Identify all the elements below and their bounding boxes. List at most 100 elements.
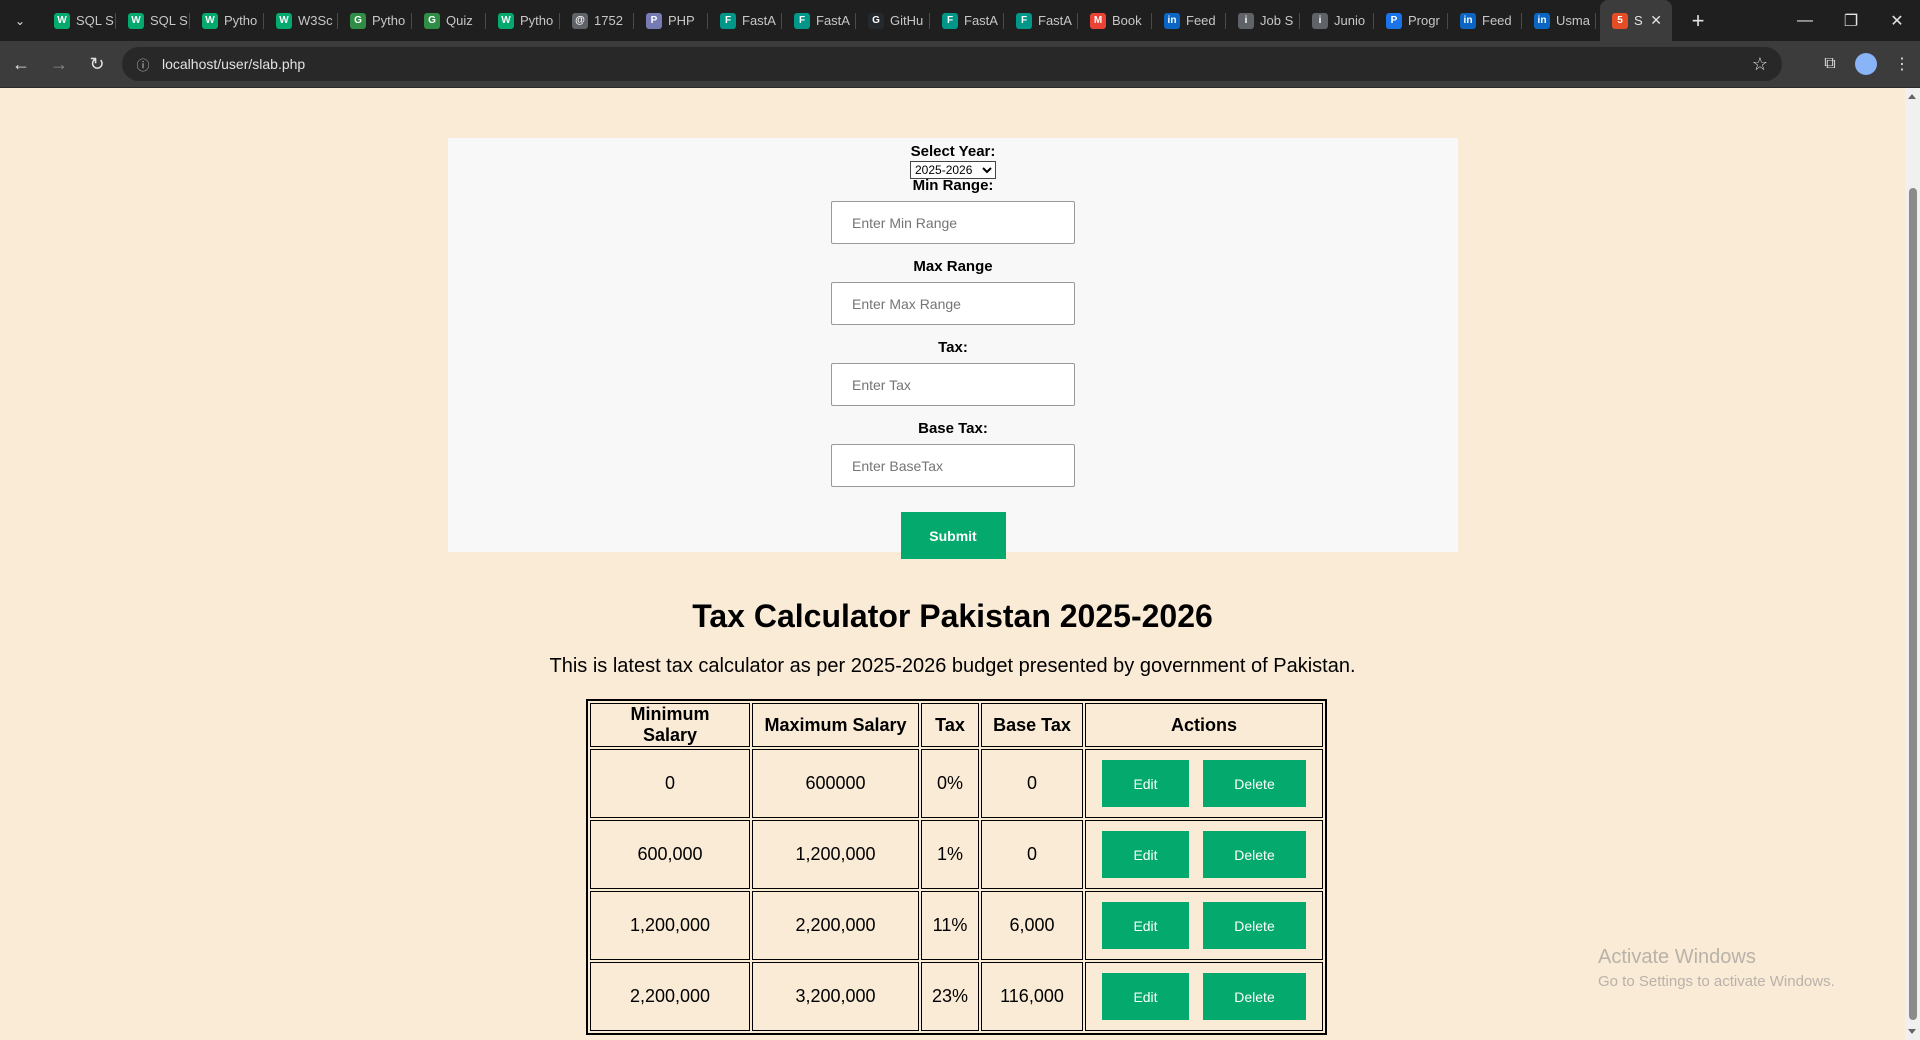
tab-label: Usma: [1556, 13, 1590, 28]
tab-10[interactable]: F FastA: [782, 0, 856, 41]
table-row: 1,200,000 2,200,000 11% 6,000 Edit Delet…: [590, 891, 1323, 960]
edit-button[interactable]: Edit: [1102, 760, 1189, 807]
tax-input[interactable]: [831, 363, 1075, 406]
reload-icon[interactable]: ↻: [80, 47, 114, 81]
site-info-icon[interactable]: ⓘ: [132, 53, 154, 75]
page-title: Tax Calculator Pakistan 2025-2026: [692, 598, 1213, 634]
tab-17[interactable]: i Junio: [1300, 0, 1374, 41]
tab-16[interactable]: i Job S: [1226, 0, 1300, 41]
cell-base-tax: 0: [981, 749, 1083, 818]
tab-13[interactable]: F FastA: [1004, 0, 1078, 41]
tab-19[interactable]: in Feed: [1448, 0, 1522, 41]
delete-button[interactable]: Delete: [1203, 831, 1306, 878]
tab-8[interactable]: P PHP: [634, 0, 708, 41]
min-range-label: Min Range:: [912, 177, 994, 194]
table-row: 0 600000 0% 0 Edit Delete: [590, 749, 1323, 818]
shield-icon: P: [1386, 12, 1402, 29]
restore-icon[interactable]: ❐: [1828, 0, 1874, 41]
linkedin-icon: in: [1164, 12, 1180, 29]
delete-button[interactable]: Delete: [1203, 760, 1306, 807]
tab-5[interactable]: G Quiz: [412, 0, 486, 41]
tab-search-chevron-icon[interactable]: ⌄: [6, 7, 34, 35]
submit-button[interactable]: Submit: [900, 512, 1006, 559]
edit-button[interactable]: Edit: [1102, 973, 1189, 1020]
tab-label: Pytho: [372, 13, 406, 28]
tab-4[interactable]: G Pytho: [338, 0, 412, 41]
tab-label: Pytho: [224, 13, 258, 28]
cell-base-tax: 0: [981, 820, 1083, 889]
cell-min-salary: 2,200,000: [590, 962, 750, 1031]
cell-actions: Edit Delete: [1085, 891, 1323, 960]
browser-toolbar: ← → ↻ ⓘ localhost/user/slab.php ☆ ⧉ ⋮: [0, 41, 1920, 88]
tab-1[interactable]: W SQL S: [116, 0, 190, 41]
page-viewport: Select Year: 2025-2026 Min Range: Max Ra…: [0, 88, 1905, 1040]
close-tab-icon[interactable]: ✕: [1650, 12, 1662, 29]
w3schools-icon: W: [498, 12, 514, 29]
tab-14[interactable]: M Book: [1078, 0, 1152, 41]
scrollbar-thumb[interactable]: [1909, 188, 1917, 1020]
tab-20[interactable]: in Usma: [1522, 0, 1596, 41]
extensions-icon[interactable]: ⧉: [1812, 47, 1848, 81]
cell-actions: Edit Delete: [1085, 820, 1323, 889]
w3schools-icon: W: [276, 12, 292, 29]
tab-7[interactable]: @1752: [560, 0, 634, 41]
tab-label: Junio: [1334, 13, 1366, 28]
tab-9[interactable]: F FastA: [708, 0, 782, 41]
tab-label: GitHu: [890, 13, 924, 28]
fastapi-icon: F: [942, 12, 958, 29]
header-tax: Tax: [921, 703, 979, 747]
year-label: Select Year:: [910, 143, 996, 160]
cell-min-salary: 600,000: [590, 820, 750, 889]
back-icon[interactable]: ←: [4, 47, 38, 81]
tab-15[interactable]: in Feed: [1152, 0, 1226, 41]
fastapi-icon: F: [794, 12, 810, 29]
base-tax-label: Base Tax:: [918, 420, 988, 437]
scroll-down-icon[interactable]: [1908, 1029, 1916, 1034]
info-icon: i: [1312, 12, 1328, 29]
tab-2[interactable]: W Pytho: [190, 0, 264, 41]
tax-slab-table: Minimum Salary Maximum Salary Tax Base T…: [586, 699, 1327, 1035]
tab-label: FastA: [964, 13, 998, 28]
edit-button[interactable]: Edit: [1102, 902, 1189, 949]
close-window-icon[interactable]: ✕: [1874, 0, 1920, 41]
tab-label: Book: [1112, 13, 1142, 28]
header-maximum-salary: Maximum Salary: [752, 703, 919, 747]
tab-6[interactable]: W Pytho: [486, 0, 560, 41]
tab-label: SQL S: [76, 13, 114, 28]
bookmark-star-icon[interactable]: ☆: [1752, 54, 1768, 75]
minimize-icon[interactable]: —: [1782, 0, 1828, 41]
cell-max-salary: 3,200,000: [752, 962, 919, 1031]
url-text[interactable]: localhost/user/slab.php: [162, 56, 305, 72]
tab-0[interactable]: W SQL S: [42, 0, 116, 41]
link-icon: @: [572, 12, 588, 29]
tab-label: Quiz: [446, 13, 473, 28]
delete-button[interactable]: Delete: [1203, 902, 1306, 949]
profile-avatar-icon[interactable]: [1855, 53, 1877, 75]
page-scrollbar[interactable]: [1905, 88, 1920, 1040]
forward-icon[interactable]: →: [42, 47, 76, 81]
tab-11[interactable]: G GitHu: [856, 0, 930, 41]
address-bar[interactable]: ⓘ localhost/user/slab.php ☆: [122, 47, 1782, 81]
tab-12[interactable]: F FastA: [930, 0, 1004, 41]
tab-18[interactable]: P Progr: [1374, 0, 1448, 41]
php-icon: P: [646, 12, 662, 29]
watermark-title: Activate Windows: [1598, 946, 1756, 968]
scroll-up-icon[interactable]: [1908, 94, 1916, 99]
tab-3[interactable]: W W3Sc: [264, 0, 338, 41]
w3schools-icon: W: [128, 12, 144, 29]
table-row: 2,200,000 3,200,000 23% 116,000 Edit Del…: [590, 962, 1323, 1031]
tab-label: 1752: [594, 13, 623, 28]
cell-base-tax: 6,000: [981, 891, 1083, 960]
min-range-input[interactable]: [831, 201, 1075, 244]
base-tax-input[interactable]: [831, 444, 1075, 487]
linkedin-icon: in: [1460, 12, 1476, 29]
max-range-input[interactable]: [831, 282, 1075, 325]
tab-active[interactable]: 5 S ✕: [1600, 0, 1672, 41]
geeksforgeeks-icon: G: [424, 12, 440, 29]
edit-button[interactable]: Edit: [1102, 831, 1189, 878]
watermark-subtitle: Go to Settings to activate Windows.: [1598, 973, 1835, 990]
fastapi-icon: F: [1016, 12, 1032, 29]
new-tab-icon[interactable]: +: [1686, 8, 1710, 34]
menu-kebab-icon[interactable]: ⋮: [1884, 47, 1920, 81]
delete-button[interactable]: Delete: [1203, 973, 1306, 1020]
